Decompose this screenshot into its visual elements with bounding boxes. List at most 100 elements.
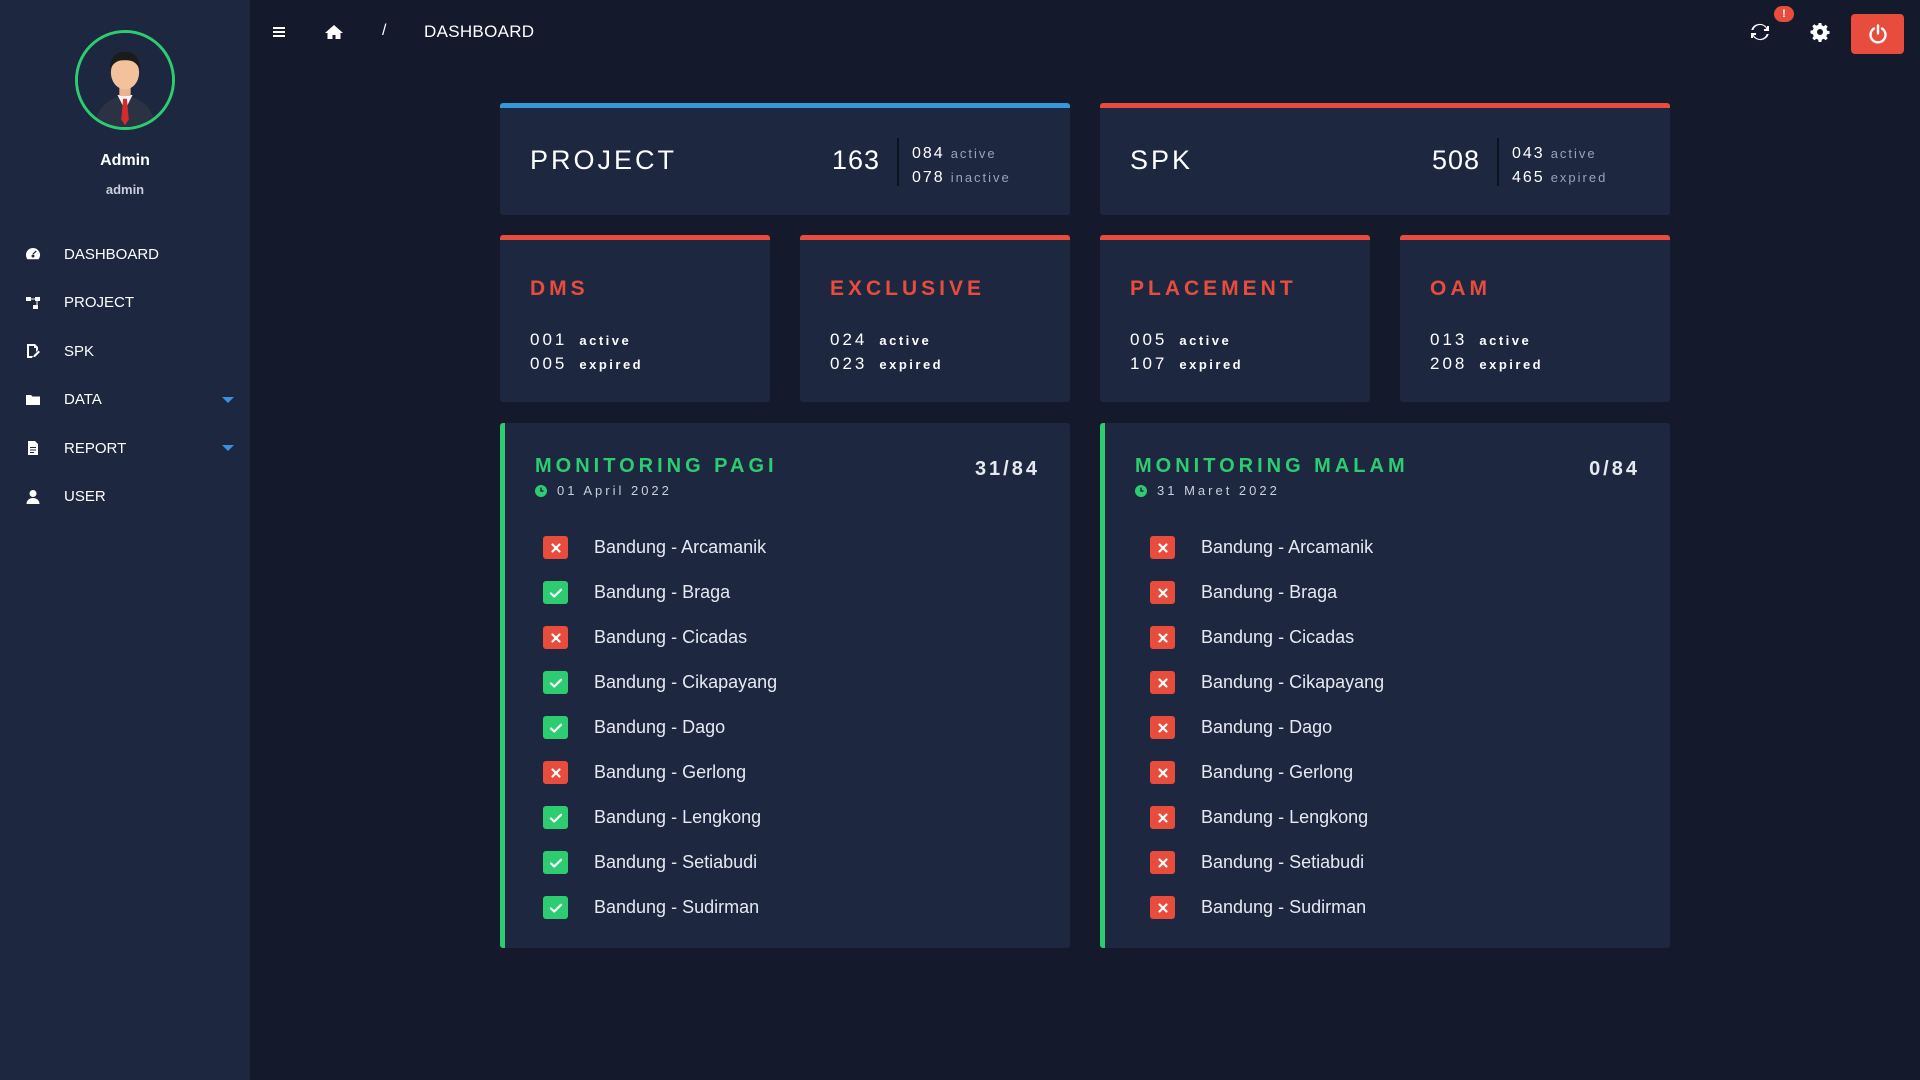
topbar: / DASHBOARD ! xyxy=(250,0,1920,64)
monitoring-item: Bandung - Sudirman xyxy=(543,885,777,930)
status-ok-checkbox[interactable] xyxy=(543,671,568,694)
sidebar-item-data[interactable]: DATA xyxy=(0,376,250,425)
check-icon xyxy=(549,588,562,598)
status-fail-checkbox[interactable] xyxy=(543,761,568,784)
power-icon xyxy=(1868,24,1887,44)
sidebar-item-report[interactable]: REPORT xyxy=(0,424,250,473)
monitoring-item-label: Bandung - Sudirman xyxy=(1201,897,1367,917)
active-count: 001 xyxy=(530,330,568,349)
close-icon xyxy=(1157,902,1168,913)
status-fail-checkbox[interactable] xyxy=(1150,851,1175,874)
expired-label: expired xyxy=(1479,357,1544,372)
sidebar-item-project[interactable]: PROJECT xyxy=(0,279,250,328)
status-ok-checkbox[interactable] xyxy=(543,581,568,604)
status-fail-checkbox[interactable] xyxy=(1150,806,1175,829)
status-fail-checkbox[interactable] xyxy=(543,626,568,649)
monitoring-date: 31 Maret 2022 xyxy=(1135,483,1280,498)
close-icon xyxy=(1157,542,1168,553)
hamburger-menu-icon[interactable] xyxy=(270,22,290,42)
status-fail-checkbox[interactable] xyxy=(1150,581,1175,604)
active-stat: 043 active xyxy=(1512,145,1597,163)
close-icon xyxy=(1157,587,1168,598)
close-icon xyxy=(1157,677,1168,688)
inactive-count: 078 xyxy=(912,169,945,186)
status-ok-checkbox[interactable] xyxy=(543,716,568,739)
active-label: active xyxy=(879,333,932,348)
active-stat: 001 active xyxy=(530,330,631,350)
category-card-exclusive[interactable]: EXCLUSIVE 024 active 023 expired xyxy=(800,235,1070,402)
status-ok-checkbox[interactable] xyxy=(543,806,568,829)
edit-document-icon xyxy=(24,342,42,360)
sidebar-item-spk[interactable]: SPK xyxy=(0,327,250,376)
sidebar-item-label: PROJECT xyxy=(64,294,135,312)
monitoring-item-label: Bandung - Dago xyxy=(594,717,726,737)
expired-stat: 005 expired xyxy=(530,354,643,374)
category-card-oam[interactable]: OAM 013 active 208 expired xyxy=(1400,235,1670,402)
check-icon xyxy=(549,723,562,733)
monitoring-item: Bandung - Lengkong xyxy=(543,795,777,840)
breadcrumb-separator: / xyxy=(382,22,387,39)
home-icon[interactable] xyxy=(324,22,344,42)
monitoring-item: Bandung - Braga xyxy=(543,570,777,615)
logout-button[interactable] xyxy=(1851,14,1904,54)
inactive-label: inactive xyxy=(950,170,1011,185)
expired-label: expired xyxy=(579,357,644,372)
monitoring-date: 01 April 2022 xyxy=(535,483,672,498)
clock-icon xyxy=(1135,484,1147,497)
monitoring-date-text: 01 April 2022 xyxy=(557,483,672,498)
active-label: active xyxy=(1550,146,1597,161)
expired-count: 107 xyxy=(1130,354,1168,373)
check-icon xyxy=(549,903,562,913)
active-stat: 005 active xyxy=(1130,330,1231,350)
chevron-down-icon[interactable] xyxy=(222,445,234,452)
category-card-dms[interactable]: DMS 001 active 005 expired xyxy=(500,235,770,402)
status-fail-checkbox[interactable] xyxy=(1150,761,1175,784)
sidebar-item-user[interactable]: USER xyxy=(0,473,250,522)
status-fail-checkbox[interactable] xyxy=(1150,716,1175,739)
monitoring-count: 0/84 xyxy=(1589,458,1640,480)
project-summary-card[interactable]: PROJECT 163 084 active 078 inactive xyxy=(500,103,1070,215)
status-fail-checkbox[interactable] xyxy=(1150,536,1175,559)
close-icon xyxy=(550,542,561,553)
monitoring-item: Bandung - Sudirman xyxy=(1150,885,1384,930)
divider xyxy=(897,138,899,186)
monitoring-count: 31/84 xyxy=(974,458,1040,480)
monitoring-item-label: Bandung - Arcamanik xyxy=(1201,537,1374,557)
status-ok-checkbox[interactable] xyxy=(543,896,568,919)
status-fail-checkbox[interactable] xyxy=(1150,896,1175,919)
monitoring-item-label: Bandung - Setiabudi xyxy=(1201,852,1365,872)
spk-summary-card[interactable]: SPK 508 043 active 465 expired xyxy=(1100,103,1670,215)
active-count: 024 xyxy=(830,330,868,349)
close-icon xyxy=(550,632,561,643)
check-icon xyxy=(549,813,562,823)
card-title: PLACEMENT xyxy=(1130,277,1297,300)
monitoring-item-label: Bandung - Cicadas xyxy=(1201,627,1355,647)
card-title: DMS xyxy=(530,277,589,300)
avatar[interactable] xyxy=(75,30,175,130)
status-fail-checkbox[interactable] xyxy=(1150,626,1175,649)
category-card-placement[interactable]: PLACEMENT 005 active 107 expired xyxy=(1100,235,1370,402)
close-icon xyxy=(1157,722,1168,733)
card-title: OAM xyxy=(1430,277,1491,300)
monitoring-item-label: Bandung - Lengkong xyxy=(594,807,762,827)
divider xyxy=(1497,138,1499,186)
refresh-icon[interactable] xyxy=(1750,22,1770,42)
status-fail-checkbox[interactable] xyxy=(1150,671,1175,694)
total-count: 508 xyxy=(1432,145,1481,175)
monitoring-item-label: Bandung - Cikapayang xyxy=(594,672,778,692)
sidebar-item-dashboard[interactable]: DASHBOARD xyxy=(0,230,250,279)
monitoring-item-label: Bandung - Setiabudi xyxy=(594,852,758,872)
status-fail-checkbox[interactable] xyxy=(543,536,568,559)
sidebar-item-label: DATA xyxy=(64,391,102,409)
monitoring-title: MONITORING PAGI xyxy=(535,455,778,477)
active-stat: 084 active xyxy=(912,145,997,163)
sidebar-item-label: SPK xyxy=(64,342,95,360)
gear-icon[interactable] xyxy=(1810,22,1830,42)
monitoring-item: Bandung - Arcamanik xyxy=(543,525,777,570)
active-label: active xyxy=(579,333,632,348)
chevron-down-icon[interactable] xyxy=(222,396,234,403)
expired-count: 208 xyxy=(1430,354,1468,373)
check-icon xyxy=(549,858,562,868)
monitoring-item: Bandung - Dago xyxy=(1150,705,1384,750)
status-ok-checkbox[interactable] xyxy=(543,851,568,874)
